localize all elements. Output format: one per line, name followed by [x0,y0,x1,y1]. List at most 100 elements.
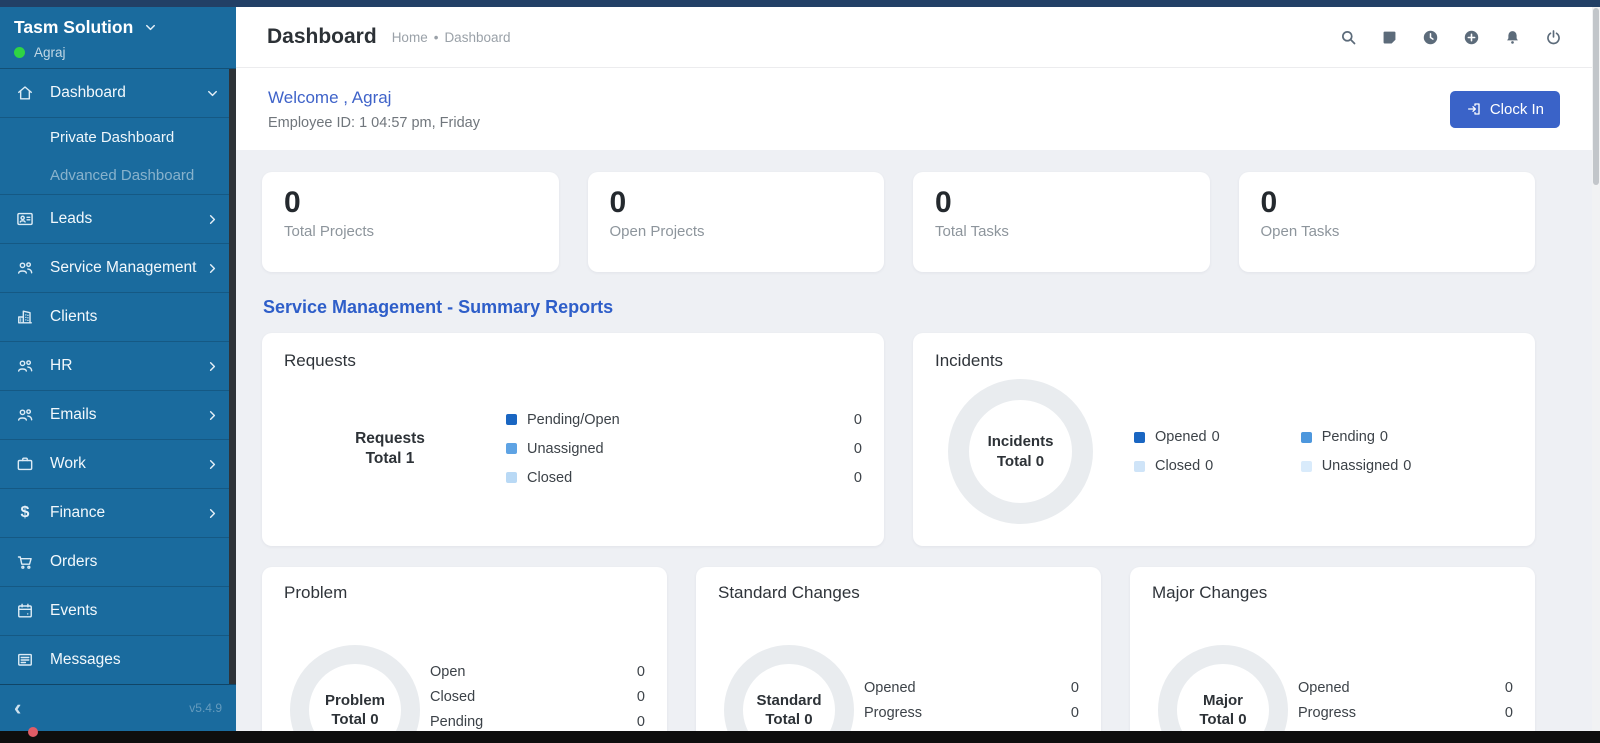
brand[interactable]: Tasm Solution [14,17,222,38]
requests-body: Requests Total 1 Pending/Open 0 Unassign… [284,405,862,492]
page-title: Dashboard [267,25,377,48]
page-scrollbar[interactable] [1592,7,1600,743]
major-changes-legend: Opened 0 Progress 0 [1298,675,1513,725]
legend-label: Opened [1155,429,1207,445]
stat-value: 0 [609,186,627,219]
chevron-right-icon [204,260,220,276]
stat-value: 0 [284,186,301,219]
legend-row: Progress 0 [864,700,1079,725]
chevron-right-icon [204,456,220,472]
main-area: Dashboard Home • Dashboard Welcome , Agr… [236,7,1592,731]
legend-label: Closed [430,688,476,705]
incidents-legend: Opened 0 Closed 0 Pending 0 Unassigned 0 [1134,423,1411,481]
power-icon[interactable] [1543,27,1564,48]
legend-row: Closed 0 [506,463,862,492]
standard-changes-legend: Opened 0 Progress 0 [864,675,1079,725]
sidebar-item-label: Service Management [50,259,197,276]
note-icon[interactable] [1379,27,1400,48]
legend-swatch [1300,460,1312,472]
center-line2: Total 0 [331,711,379,728]
breadcrumb-current: Dashboard [444,29,511,45]
problem-donut-chart: Problem Total 0 [290,645,420,731]
standard-changes-card: Standard Changes Standard Total 0 Opened… [696,567,1101,731]
major-changes-donut-chart: Major Total 0 [1158,645,1288,731]
sidebar-item-leads[interactable]: Leads [0,195,236,244]
sidebar-item-events[interactable]: Events [0,587,236,636]
sidebar-item-private-dashboard[interactable]: Private Dashboard [0,118,236,156]
sidebar-item-emails[interactable]: Emails [0,391,236,440]
sidebar-scrollbar[interactable] [229,69,236,684]
stat-card-total-projects[interactable]: 0 Total Projects [262,172,559,272]
sidebar-item-advanced-dashboard[interactable]: Advanced Dashboard [0,156,236,194]
sidebar-item-orders[interactable]: Orders [0,538,236,587]
clock-in-label: Clock In [1489,100,1544,118]
page-header: Dashboard Home • Dashboard [236,7,1592,68]
donut-center-label: Major Total 0 [1199,691,1246,730]
contact-card-icon [14,208,36,230]
stat-card-total-tasks[interactable]: 0 Total Tasks [913,172,1210,272]
legend-swatch [1300,431,1312,443]
legend-value: 0 [1403,458,1412,474]
requests-card: Requests Requests Total 1 Pending/Open 0 [262,333,884,546]
legend-column: Opened 0 Closed 0 [1134,423,1220,481]
scrollbar-thumb[interactable] [1593,8,1599,185]
sidebar-item-label: Clients [50,308,98,325]
legend-swatch [506,472,517,483]
center-line2: Total 0 [996,452,1045,470]
sidebar-item-finance[interactable]: $ Finance [0,489,236,538]
legend-value: 0 [1211,429,1220,445]
version-label: v5.4.9 [189,701,222,715]
sidebar-item-label: Messages [50,651,121,668]
major-changes-body: Major Total 0 Opened 0 Progress 0 [1152,617,1513,731]
bell-icon[interactable] [1502,27,1523,48]
sidebar-item-service-management[interactable]: Service Management [0,244,236,293]
legend-value: 0 [853,411,862,428]
sidebar-item-work[interactable]: Work [0,440,236,489]
stat-value: 0 [1260,186,1278,219]
sidebar: Tasm Solution Agraj Dashboard Private Da… [0,7,236,731]
legend-row: Unassigned 0 [1300,452,1412,481]
clock-icon[interactable] [1420,27,1441,48]
problem-body: Problem Total 0 Open 0 Closed 0 Pending … [284,617,645,731]
collapse-sidebar-icon[interactable]: ‹ [14,697,21,719]
center-line2: Total 0 [765,711,813,728]
users-icon [14,404,36,426]
plus-circle-icon[interactable] [1461,27,1482,48]
sidebar-item-clients[interactable]: Clients [0,293,236,342]
dashboard-content: 0 Total Projects 0 Open Projects 0 Total… [236,150,1592,731]
legend-row: Progress 0 [1298,700,1513,725]
header-actions [1338,27,1564,48]
legend-row: Pending 0 [1300,423,1412,452]
legend-label: Pending [430,713,484,730]
legend-value: 0 [1504,679,1513,696]
stat-label: Open Projects [609,223,705,240]
sidebar-item-label: Work [50,455,86,472]
legend-label: Opened [1298,679,1350,696]
legend-row: Unassigned 0 [506,434,862,463]
legend-swatch [506,414,517,425]
stat-card-open-tasks[interactable]: 0 Open Tasks [1238,172,1535,272]
chevron-down-icon [142,20,158,36]
stat-cards-row: 0 Total Projects 0 Open Projects 0 Total… [262,172,1535,272]
online-status-dot [14,47,25,58]
legend-value: 0 [636,713,645,730]
legend-value: 0 [636,663,645,680]
stat-value: 0 [935,186,952,219]
sidebar-item-messages[interactable]: Messages [0,636,236,685]
sidebar-item-hr[interactable]: HR [0,342,236,391]
search-icon[interactable] [1338,27,1359,48]
sidebar-item-label: Leads [50,210,93,227]
sidebar-item-label: Private Dashboard [50,128,175,146]
welcome-text-block: Welcome , Agraj Employee ID: 1 04:57 pm,… [268,88,480,131]
stat-card-open-projects[interactable]: 0 Open Projects [587,172,884,272]
welcome-details: Employee ID: 1 04:57 pm, Friday [268,114,480,131]
card-title: Incidents [935,351,1004,370]
clock-in-button[interactable]: Clock In [1449,90,1560,128]
stat-label: Total Tasks [935,223,1009,240]
center-line1: Incidents [987,433,1054,450]
center-line2: Total 0 [1199,711,1247,728]
card-title: Standard Changes [718,583,860,602]
breadcrumb-home[interactable]: Home [392,30,428,45]
sidebar-item-label: Emails [50,406,97,423]
sidebar-item-dashboard[interactable]: Dashboard [0,69,236,118]
